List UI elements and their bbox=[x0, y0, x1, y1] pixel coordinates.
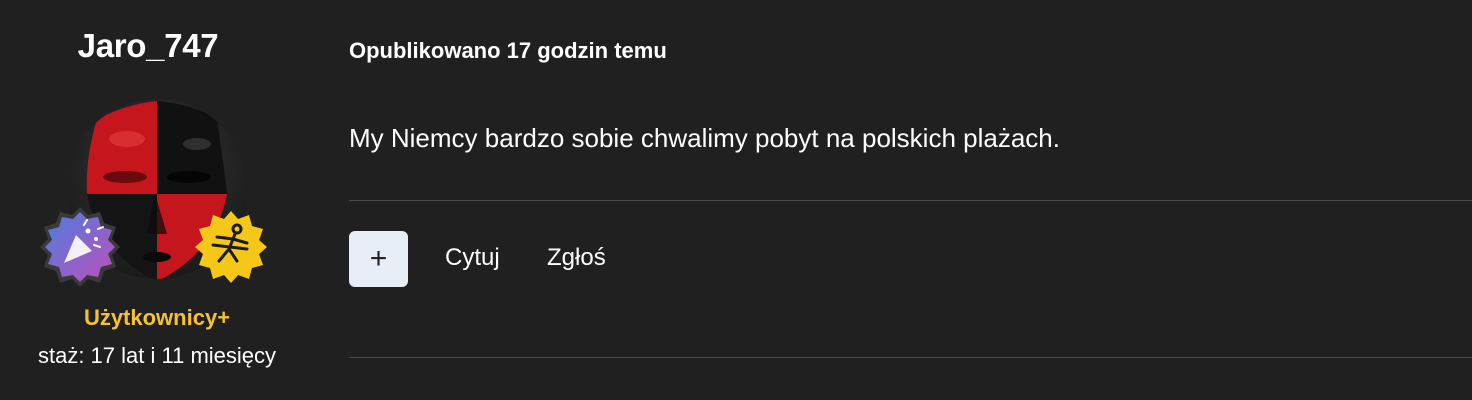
post-timestamp[interactable]: Opublikowano 17 godzin temu bbox=[349, 38, 667, 64]
post-message: My Niemcy bardzo sobie chwalimy pobyt na… bbox=[349, 123, 1060, 153]
divider bbox=[349, 357, 1472, 358]
dancer-star-badge-icon[interactable] bbox=[193, 209, 269, 285]
quote-button[interactable]: Cytuj bbox=[445, 244, 500, 272]
author-panel: Jaro_747 Użytkownicy+ staż: 17 lat i 11 … bbox=[0, 0, 314, 400]
report-button[interactable]: Zgłoś bbox=[547, 244, 606, 272]
user-group-label: Użytkownicy+ bbox=[83, 305, 231, 330]
author-username[interactable]: Jaro_747 bbox=[0, 27, 296, 65]
party-popper-badge-icon[interactable] bbox=[38, 205, 122, 289]
forum-post: Jaro_747 Użytkownicy+ staż: 17 lat i 11 … bbox=[0, 0, 1472, 400]
divider bbox=[349, 200, 1472, 201]
add-reaction-button[interactable]: + bbox=[349, 231, 408, 287]
member-tenure: staż: 17 lat i 11 miesięcy bbox=[37, 343, 277, 368]
